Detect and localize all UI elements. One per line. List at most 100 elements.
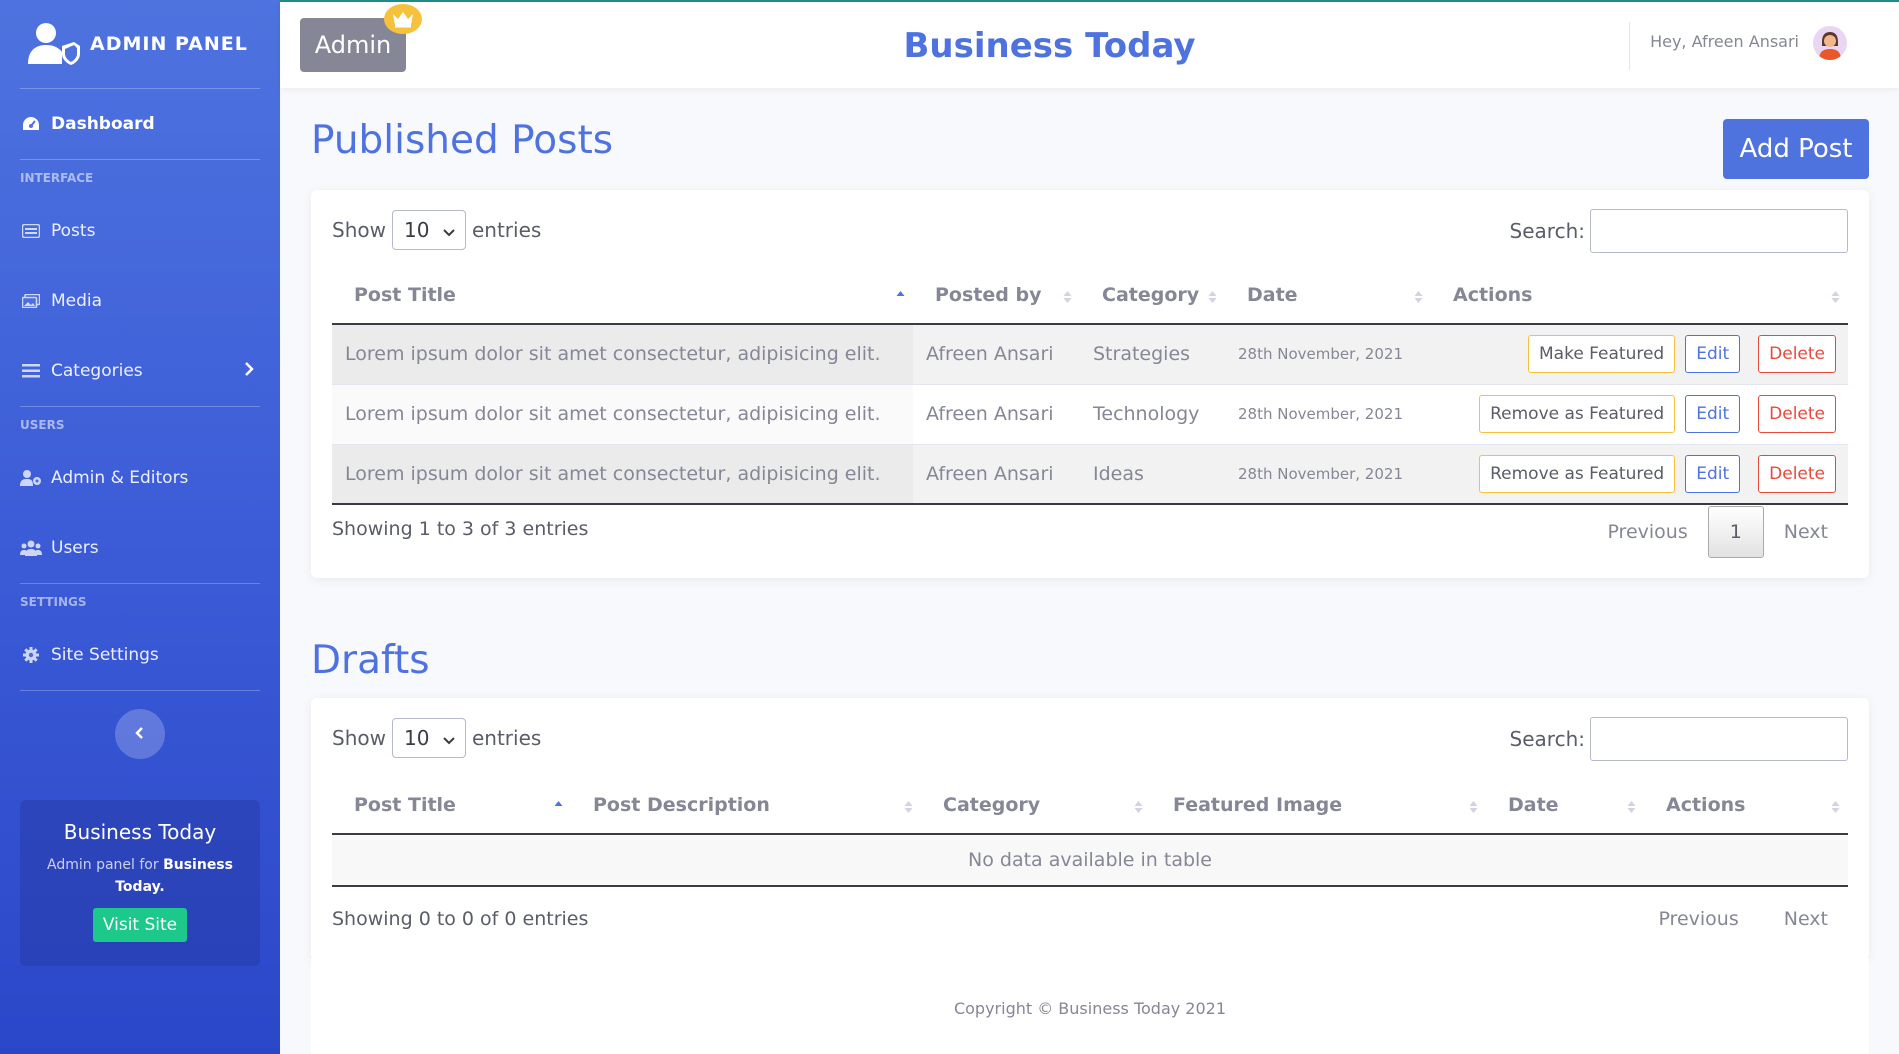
sidebar-heading-interface: INTERFACE	[20, 171, 94, 185]
edit-button[interactable]: Edit	[1685, 454, 1741, 493]
sort-icon	[1627, 798, 1636, 814]
topbar: Admin Business Today Hey, Afreen Ansari	[280, 0, 1899, 88]
column-header-actions[interactable]: Actions	[1644, 776, 1848, 835]
sidebar-item-label: Media	[51, 291, 103, 311]
cell-category: Ideas	[1080, 444, 1225, 505]
images-icon	[20, 290, 42, 312]
users-icon	[20, 537, 42, 559]
delete-button[interactable]: Delete	[1758, 395, 1836, 433]
chevron-left-icon	[135, 725, 145, 744]
table-row: Lorem ipsum dolor sit amet consectetur, …	[332, 384, 1848, 445]
sort-asc-icon	[896, 288, 905, 304]
published-posts-card: Show 10 entries Search: Post Title Poste…	[311, 190, 1869, 578]
published-posts-title: Published Posts	[311, 118, 614, 163]
remove-featured-button[interactable]: Remove as Featured	[1479, 395, 1676, 433]
drafts-title: Drafts	[311, 638, 430, 683]
sidebar-item-categories[interactable]: Categories	[0, 336, 280, 406]
pagination: Previous Next	[1638, 908, 1848, 930]
page-size-control: Show 10 entries	[332, 210, 541, 250]
next-page-button[interactable]: Next	[1764, 521, 1848, 543]
footer: Copyright © Business Today 2021	[311, 958, 1869, 1054]
search-input[interactable]	[1590, 209, 1848, 253]
search-label: Search:	[1509, 727, 1585, 751]
make-featured-button[interactable]: Make Featured	[1528, 335, 1676, 374]
promo-title: Business Today	[63, 820, 217, 844]
table-row: Lorem ipsum dolor sit amet consectetur, …	[332, 324, 1848, 385]
column-header-date[interactable]: Date	[1225, 266, 1431, 325]
column-header-category[interactable]: Category	[921, 776, 1151, 835]
column-header-date[interactable]: Date	[1486, 776, 1644, 835]
entries-label: entries	[471, 218, 542, 242]
cell-date: 28th November, 2021	[1225, 444, 1431, 505]
page-size-select[interactable]: 10	[391, 718, 466, 758]
column-header-post-title[interactable]: Post Title	[332, 776, 571, 835]
avatar[interactable]	[1813, 26, 1847, 60]
sort-asc-icon	[554, 798, 563, 814]
site-title: Business Today	[903, 26, 1196, 66]
cell-post-title: Lorem ipsum dolor sit amet consectetur, …	[332, 444, 913, 505]
cell-category: Technology	[1080, 384, 1225, 445]
cell-actions: Remove as Featured Edit Delete	[1431, 384, 1848, 445]
previous-page-button[interactable]: Previous	[1638, 908, 1763, 930]
chevron-down-icon	[443, 726, 455, 750]
remove-featured-button[interactable]: Remove as Featured	[1479, 454, 1676, 493]
entries-label: entries	[471, 726, 542, 750]
cog-icon	[20, 644, 42, 666]
sidebar-item-users[interactable]: Users	[0, 513, 280, 583]
sidebar-promo-card: Business Today Admin panel for Business …	[20, 800, 260, 966]
add-post-button[interactable]: Add Post	[1723, 119, 1869, 179]
page-size-select[interactable]: 10	[391, 210, 466, 250]
empty-row: No data available in table	[332, 834, 1848, 887]
delete-button[interactable]: Delete	[1758, 335, 1836, 374]
previous-page-button[interactable]: Previous	[1587, 521, 1707, 543]
visit-site-button[interactable]: Visit Site	[92, 908, 188, 942]
cell-date: 28th November, 2021	[1225, 384, 1431, 445]
column-header-posted-by[interactable]: Posted by	[913, 266, 1080, 325]
sidebar-item-site-settings[interactable]: Site Settings	[0, 620, 280, 690]
edit-button[interactable]: Edit	[1685, 335, 1741, 374]
table-header-row: Post Title Post Description Category Fea…	[332, 776, 1848, 835]
sidebar-item-posts[interactable]: Posts	[0, 196, 280, 266]
topbar-divider	[1629, 22, 1630, 70]
sidebar-item-admin-editors[interactable]: Admin & Editors	[0, 443, 280, 513]
cell-category: Strategies	[1080, 324, 1225, 385]
sidebar-item-dashboard[interactable]: Dashboard	[0, 89, 280, 159]
page-1-button[interactable]: 1	[1707, 506, 1764, 558]
sort-icon	[1063, 288, 1072, 304]
page-size-value: 10	[403, 726, 430, 750]
column-header-post-title[interactable]: Post Title	[332, 266, 913, 325]
cell-posted-by: Afreen Ansari	[913, 324, 1080, 385]
promo-description: Admin panel for Business Today.	[38, 854, 242, 898]
column-header-actions[interactable]: Actions	[1431, 266, 1848, 325]
sort-icon	[1831, 798, 1840, 814]
edit-button[interactable]: Edit	[1685, 395, 1741, 433]
bars-icon	[20, 360, 42, 382]
sidebar-divider	[20, 690, 260, 691]
column-header-featured-image[interactable]: Featured Image	[1151, 776, 1486, 835]
cell-posted-by: Afreen Ansari	[913, 384, 1080, 445]
sort-icon	[1414, 288, 1423, 304]
search-control: Search:	[1510, 209, 1848, 253]
user-shield-icon	[28, 22, 82, 66]
sidebar: ADMIN PANEL Dashboard INTERFACE Posts Me…	[0, 0, 280, 1054]
sidebar-item-label: Admin & Editors	[51, 468, 189, 488]
sidebar-item-label: Dashboard	[51, 114, 155, 134]
sort-icon	[1469, 798, 1478, 814]
sidebar-toggle-button[interactable]	[115, 709, 165, 759]
page-size-control: Show 10 entries	[332, 718, 541, 758]
next-page-button[interactable]: Next	[1764, 908, 1848, 930]
delete-button[interactable]: Delete	[1758, 454, 1836, 493]
column-header-category[interactable]: Category	[1080, 266, 1225, 325]
search-input[interactable]	[1590, 717, 1848, 761]
list-alt-icon	[20, 220, 42, 242]
user-cog-icon	[20, 467, 42, 489]
cell-post-title: Lorem ipsum dolor sit amet consectetur, …	[332, 384, 913, 445]
search-label: Search:	[1509, 219, 1585, 243]
sidebar-item-media[interactable]: Media	[0, 266, 280, 336]
sidebar-item-label: Users	[51, 538, 99, 558]
promo-desc-prefix: Admin panel for	[47, 857, 159, 873]
sidebar-item-label: Posts	[51, 221, 96, 241]
user-greeting[interactable]: Hey, Afreen Ansari	[1650, 32, 1799, 51]
published-posts-table: Post Title Posted by Category Date Actio…	[332, 266, 1848, 505]
column-header-post-description[interactable]: Post Description	[571, 776, 921, 835]
